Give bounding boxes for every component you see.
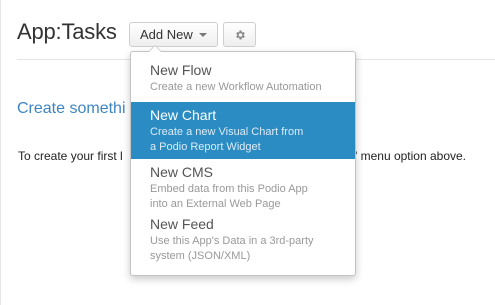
section-heading: Create somethi (17, 100, 126, 117)
add-new-dropdown: New Flow Create a new Workflow Automatio… (130, 45, 356, 276)
menu-item-new-flow[interactable]: New Flow Create a new Workflow Automatio… (131, 57, 355, 102)
menu-item-new-feed[interactable]: New Feed Use this App's Data in a 3rd-pa… (131, 211, 355, 269)
menu-item-title: New CMS (150, 164, 214, 180)
menu-item-description-2: into an External Web Page (150, 198, 281, 210)
menu-item-description-2: system (JSON/XML) (150, 250, 251, 262)
menu-item-title: New Flow (150, 62, 212, 78)
menu-item-description-2: a Podio Report Widget (150, 141, 261, 153)
page: App:Tasks Add New Create somethi To crea… (0, 0, 495, 305)
instructions-text-start: To create your first l (18, 149, 123, 163)
menu-item-title: New Feed (150, 216, 214, 232)
page-title: App:Tasks (17, 19, 117, 44)
menu-item-description: Embed data from this Podio App (150, 183, 308, 195)
add-new-label: Add New (140, 27, 193, 42)
menu-item-title: New Chart (150, 107, 217, 123)
menu-item-new-cms[interactable]: New CMS Embed data from this Podio App i… (131, 159, 355, 211)
menu-item-description: Use this App's Data in a 3rd-party (150, 235, 314, 247)
menu-item-description: Create a new Workflow Automation (150, 81, 322, 93)
caret-down-icon (198, 33, 207, 37)
add-new-button[interactable]: Add New (129, 22, 218, 47)
gear-icon (235, 30, 245, 39)
settings-button[interactable] (223, 22, 256, 47)
instructions-text-end: " menu option above. (353, 149, 467, 163)
menu-item-new-chart[interactable]: New Chart Create a new Visual Chart from… (131, 102, 355, 159)
menu-item-description: Create a new Visual Chart from (150, 126, 304, 138)
